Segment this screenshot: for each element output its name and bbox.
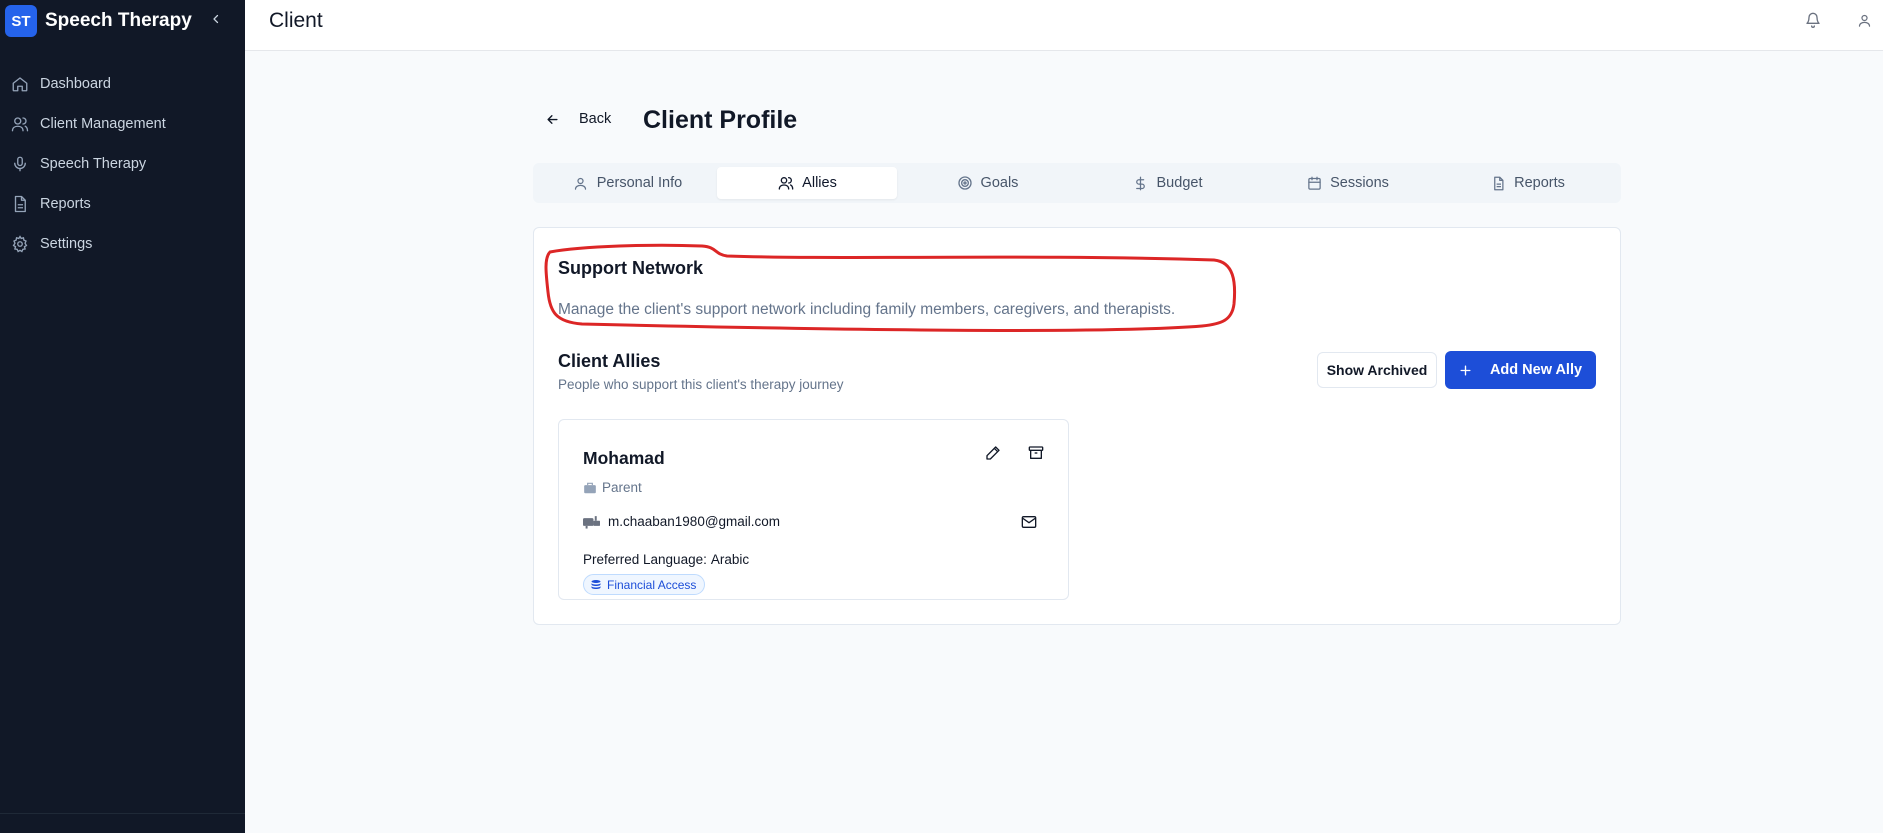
user-icon [1858, 14, 1870, 27]
briefcase-icon [583, 480, 598, 495]
client-allies-subtitle: People who support this client's therapy… [558, 377, 844, 392]
financial-access-label: Financial Access [607, 577, 697, 592]
tab-label: Budget [1156, 175, 1203, 191]
user-icon [572, 174, 590, 192]
tab-budget[interactable]: Budget [1077, 167, 1257, 199]
ally-preferred-language: Preferred Language: Arabic [583, 552, 749, 567]
support-network-description: Manage the client's support network incl… [558, 301, 1176, 318]
mail-icon [1021, 516, 1037, 528]
profile-tabs: Personal Info Allies Goals Budget Sessio… [533, 163, 1621, 203]
red-annotation-circle [544, 243, 1237, 332]
sidebar-item-settings[interactable]: Settings [0, 224, 245, 264]
sidebar-item-reports[interactable]: Reports [0, 184, 245, 224]
calendar-icon [1305, 174, 1323, 192]
sidebar-item-dashboard[interactable]: Dashboard [0, 64, 245, 104]
sidebar-item-label: Reports [40, 196, 91, 212]
top-bar: Client [245, 0, 1883, 51]
header-title: Client [269, 9, 323, 32]
ally-email: m.chaaban1980@gmail.com [583, 514, 780, 529]
page-title: Client Profile [643, 106, 798, 134]
coins-icon [590, 578, 603, 591]
sidebar-item-speech-therapy[interactable]: Speech Therapy [0, 144, 245, 184]
plus-icon [1459, 364, 1472, 377]
tab-label: Goals [980, 175, 1019, 191]
ally-email-value: m.chaaban1980@gmail.com [608, 514, 781, 529]
ally-role-label: Parent [602, 480, 642, 495]
arrow-left-icon [545, 110, 563, 128]
support-network-card: Support Network Manage the client's supp… [533, 227, 1621, 625]
bell-icon [1806, 12, 1820, 28]
user-menu-button[interactable] [1854, 10, 1874, 30]
ally-role: Parent [583, 480, 642, 495]
app-name: Speech Therapy [45, 10, 192, 31]
tab-goals[interactable]: Goals [897, 167, 1077, 199]
gear-icon [10, 234, 30, 254]
mailbox-icon [583, 514, 601, 529]
ally-card: Mohamad Parent m.chaaban1980@gmail.com P… [558, 419, 1069, 600]
tab-allies[interactable]: Allies [717, 167, 897, 199]
collapse-sidebar-button[interactable] [205, 8, 227, 30]
preferred-language-value: Arabic [710, 552, 750, 567]
tab-sessions[interactable]: Sessions [1257, 167, 1437, 199]
document-icon [10, 194, 30, 214]
sidebar-item-label: Dashboard [40, 76, 111, 92]
chevron-left-icon [213, 14, 219, 24]
tab-label: Allies [802, 175, 837, 191]
client-allies-title: Client Allies [558, 351, 661, 371]
ally-name: Mohamad [583, 448, 665, 468]
back-button[interactable]: Back [545, 106, 611, 132]
sidebar-item-client-management[interactable]: Client Management [0, 104, 245, 144]
preferred-language-label: Preferred Language: [583, 552, 707, 567]
sidebar-item-label: Settings [40, 236, 93, 252]
sidebar-item-label: Speech Therapy [40, 156, 147, 172]
sidebar-footer [0, 813, 245, 833]
home-icon [10, 74, 30, 94]
add-new-ally-label: Add New Ally [1489, 362, 1583, 378]
sidebar-nav: Dashboard Client Management Speech Thera… [0, 64, 245, 264]
show-archived-button[interactable]: Show Archived [1317, 352, 1437, 388]
archive-icon [1028, 446, 1044, 459]
app-logo: ST [5, 5, 37, 37]
tab-label: Personal Info [596, 175, 683, 191]
tab-personal-info[interactable]: Personal Info [537, 167, 717, 199]
users-icon [777, 174, 795, 192]
archive-ally-button[interactable] [1026, 443, 1046, 463]
pencil-icon [986, 446, 1000, 460]
sidebar: ST Speech Therapy Dashboard Client Manag… [0, 0, 245, 833]
microphone-icon [10, 154, 30, 174]
target-icon [956, 174, 974, 192]
edit-ally-button[interactable] [983, 443, 1003, 463]
add-new-ally-button[interactable]: Add New Ally [1445, 351, 1596, 389]
sidebar-item-label: Client Management [40, 116, 166, 132]
document-icon [1489, 174, 1507, 192]
financial-access-badge: Financial Access [583, 574, 706, 595]
dollar-icon [1132, 174, 1150, 192]
users-icon [10, 114, 30, 134]
tab-reports[interactable]: Reports [1437, 167, 1617, 199]
support-network-title: Support Network [558, 258, 704, 278]
back-label: Back [579, 111, 612, 127]
email-ally-button[interactable] [1019, 513, 1039, 531]
tab-label: Sessions [1330, 175, 1389, 191]
notifications-button[interactable] [1803, 10, 1823, 30]
tab-label: Reports [1514, 175, 1565, 191]
